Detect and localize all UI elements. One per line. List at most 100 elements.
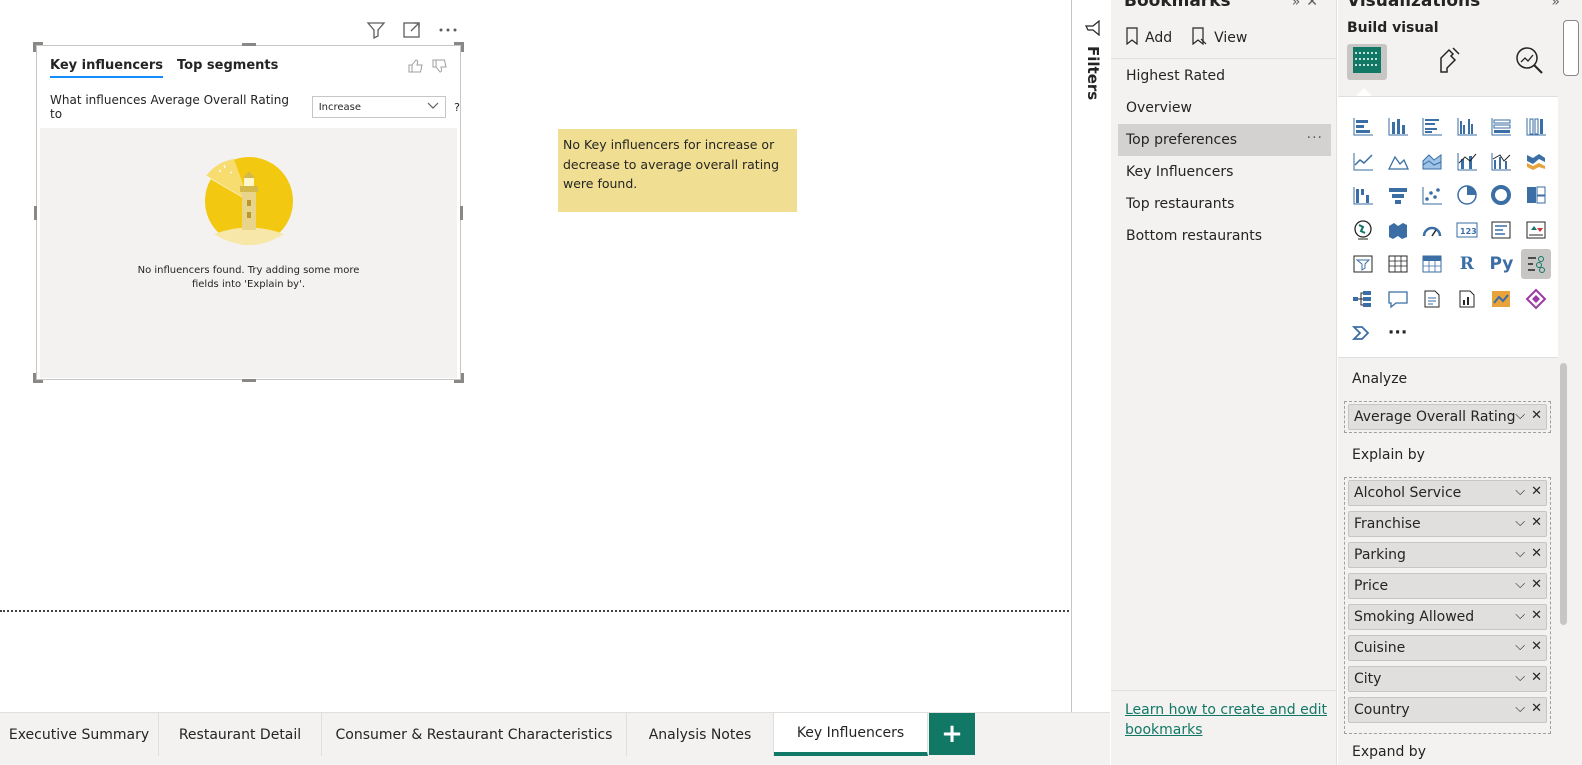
ki-direction-dropdown[interactable]: Increase bbox=[311, 96, 447, 118]
field-chip[interactable]: City ⌵ ✕ bbox=[1348, 666, 1547, 692]
resize-handle-bottom[interactable] bbox=[242, 379, 256, 382]
page-tab-analysis-notes[interactable]: Analysis Notes bbox=[627, 713, 774, 756]
smart-narrative-icon[interactable] bbox=[1417, 284, 1447, 314]
funnel-icon[interactable] bbox=[1383, 180, 1413, 210]
chevron-down-icon[interactable]: ⌵ bbox=[1515, 484, 1525, 499]
field-chip[interactable]: Country ⌵ ✕ bbox=[1348, 697, 1547, 723]
power-automate-icon[interactable] bbox=[1348, 318, 1378, 348]
analyze-well[interactable]: Average Overall Rating ⌵ ✕ bbox=[1344, 401, 1551, 433]
matrix-icon[interactable] bbox=[1417, 249, 1447, 279]
remove-field-icon[interactable]: ✕ bbox=[1531, 484, 1542, 499]
clustered-bar-chart-icon[interactable] bbox=[1417, 111, 1447, 141]
field-chip[interactable]: Cuisine ⌵ ✕ bbox=[1348, 635, 1547, 661]
filters-pane-collapsed[interactable]: Filters bbox=[1071, 0, 1111, 712]
more-options-icon[interactable] bbox=[436, 19, 460, 41]
thumbs-up-icon[interactable] bbox=[408, 58, 424, 77]
filter-icon[interactable] bbox=[364, 19, 388, 41]
line-chart-icon[interactable] bbox=[1348, 146, 1378, 176]
remove-field-icon[interactable]: ✕ bbox=[1531, 546, 1542, 561]
tab-key-influencers[interactable]: Key influencers bbox=[50, 58, 164, 78]
chevron-down-icon[interactable]: ⌵ bbox=[1515, 515, 1525, 530]
field-chip[interactable]: Price ⌵ ✕ bbox=[1348, 573, 1547, 599]
chevron-down-icon[interactable]: ⌵ bbox=[1515, 670, 1525, 685]
page-tab-executive-summary[interactable]: Executive Summary bbox=[0, 713, 159, 756]
add-bookmark-button[interactable]: Add bbox=[1125, 27, 1172, 49]
gauge-icon[interactable] bbox=[1417, 215, 1447, 245]
bookmark-item[interactable]: Overview bbox=[1118, 92, 1331, 124]
100-bar-chart-icon[interactable] bbox=[1486, 111, 1516, 141]
chevron-down-icon[interactable]: ⌵ bbox=[1515, 577, 1525, 592]
resize-handle-top[interactable] bbox=[242, 43, 256, 46]
view-bookmarks-button[interactable]: View bbox=[1190, 27, 1247, 49]
chevron-down-icon[interactable]: ⌵ bbox=[1515, 639, 1525, 654]
ribbon-chart-icon[interactable] bbox=[1521, 146, 1551, 176]
area-chart-icon[interactable] bbox=[1383, 146, 1413, 176]
analytics-tab[interactable] bbox=[1509, 44, 1549, 80]
r-visual-icon[interactable]: R bbox=[1452, 249, 1482, 279]
key-influencers-visual-icon[interactable] bbox=[1520, 249, 1551, 279]
multi-row-card-icon[interactable] bbox=[1486, 215, 1516, 245]
bookmark-item-selected[interactable]: Top preferences ··· bbox=[1118, 124, 1331, 156]
kpi-icon[interactable] bbox=[1521, 215, 1551, 245]
page-tab-consumer-restaurant[interactable]: Consumer & Restaurant Characteristics bbox=[322, 713, 627, 756]
tab-top-segments[interactable]: Top segments bbox=[177, 58, 278, 78]
remove-field-icon[interactable]: ✕ bbox=[1531, 639, 1542, 654]
resize-handle-top-left[interactable] bbox=[33, 42, 43, 52]
explain-by-well[interactable]: Alcohol Service ⌵ ✕ Franchise ⌵ ✕ Parking ⌵ ✕ … bbox=[1344, 477, 1551, 734]
100-column-chart-icon[interactable] bbox=[1521, 111, 1551, 141]
resize-handle-right[interactable] bbox=[460, 206, 463, 220]
table-icon[interactable] bbox=[1383, 249, 1413, 279]
bookmark-item[interactable]: Bottom restaurants bbox=[1118, 220, 1331, 252]
pie-chart-icon[interactable] bbox=[1452, 180, 1482, 210]
treemap-icon[interactable] bbox=[1521, 180, 1551, 210]
bookmark-item[interactable]: Key Influencers bbox=[1118, 156, 1331, 188]
map-icon[interactable] bbox=[1348, 215, 1378, 245]
collapse-pane-icon[interactable]: » bbox=[1551, 0, 1560, 10]
pane-scrollbar-top[interactable] bbox=[1563, 20, 1579, 76]
card-icon[interactable]: 123 bbox=[1452, 215, 1482, 245]
close-icon[interactable]: ✕ bbox=[1306, 0, 1324, 10]
field-chip[interactable]: Alcohol Service ⌵ ✕ bbox=[1348, 480, 1547, 506]
field-chip[interactable]: Franchise ⌵ ✕ bbox=[1348, 511, 1547, 537]
paginated-report-icon[interactable] bbox=[1452, 284, 1482, 314]
stacked-column-chart-icon[interactable] bbox=[1383, 111, 1413, 141]
page-tab-key-influencers[interactable]: Key Influencers bbox=[774, 713, 928, 756]
chevron-down-icon[interactable]: ⌵ bbox=[1515, 701, 1525, 716]
focus-mode-icon[interactable] bbox=[400, 19, 424, 41]
remove-field-icon[interactable]: ✕ bbox=[1531, 577, 1542, 592]
remove-field-icon[interactable]: ✕ bbox=[1531, 701, 1542, 716]
page-tab-restaurant-detail[interactable]: Restaurant Detail bbox=[159, 713, 322, 756]
stacked-bar-chart-icon[interactable] bbox=[1348, 111, 1378, 141]
remove-field-icon[interactable]: ✕ bbox=[1531, 670, 1542, 685]
clustered-column-chart-icon[interactable] bbox=[1452, 111, 1482, 141]
decomposition-tree-icon[interactable] bbox=[1348, 284, 1378, 314]
power-apps-icon[interactable] bbox=[1521, 284, 1551, 314]
resize-handle-top-right[interactable] bbox=[454, 42, 464, 52]
help-icon[interactable]: ? bbox=[454, 101, 460, 114]
thumbs-down-icon[interactable] bbox=[432, 58, 448, 77]
waterfall-chart-icon[interactable] bbox=[1348, 180, 1378, 210]
more-options-icon[interactable]: ··· bbox=[1307, 130, 1323, 146]
pane-scrollbar[interactable] bbox=[1560, 363, 1567, 625]
python-visual-icon[interactable]: Py bbox=[1486, 249, 1516, 279]
resize-handle-left[interactable] bbox=[34, 206, 37, 220]
add-page-button[interactable]: + bbox=[929, 713, 975, 755]
bookmark-item[interactable]: Highest Rated bbox=[1118, 60, 1331, 92]
slicer-icon[interactable] bbox=[1348, 249, 1378, 279]
learn-bookmarks-link[interactable]: Learn how to create and edit bookmarks bbox=[1125, 700, 1330, 740]
azure-map-icon[interactable] bbox=[1486, 284, 1516, 314]
chevron-down-icon[interactable]: ⌵ bbox=[1515, 408, 1525, 423]
format-visual-tab[interactable] bbox=[1429, 44, 1469, 80]
bookmark-item[interactable]: Top restaurants bbox=[1118, 188, 1331, 220]
qa-visual-icon[interactable] bbox=[1383, 284, 1413, 314]
remove-field-icon[interactable]: ✕ bbox=[1531, 408, 1542, 423]
key-influencers-visual[interactable]: Key influencers Top segments What influe… bbox=[33, 42, 464, 383]
chevron-down-icon[interactable]: ⌵ bbox=[1515, 608, 1525, 623]
chevron-down-icon[interactable]: ⌵ bbox=[1515, 546, 1525, 561]
remove-field-icon[interactable]: ✕ bbox=[1531, 515, 1542, 530]
field-chip[interactable]: Parking ⌵ ✕ bbox=[1348, 542, 1547, 568]
note-text-box[interactable]: No Key influencers for increase or decre… bbox=[558, 129, 797, 212]
build-visual-tab[interactable] bbox=[1347, 44, 1387, 80]
line-and-clustered-column-icon[interactable] bbox=[1486, 146, 1516, 176]
line-and-stacked-column-icon[interactable] bbox=[1452, 146, 1482, 176]
